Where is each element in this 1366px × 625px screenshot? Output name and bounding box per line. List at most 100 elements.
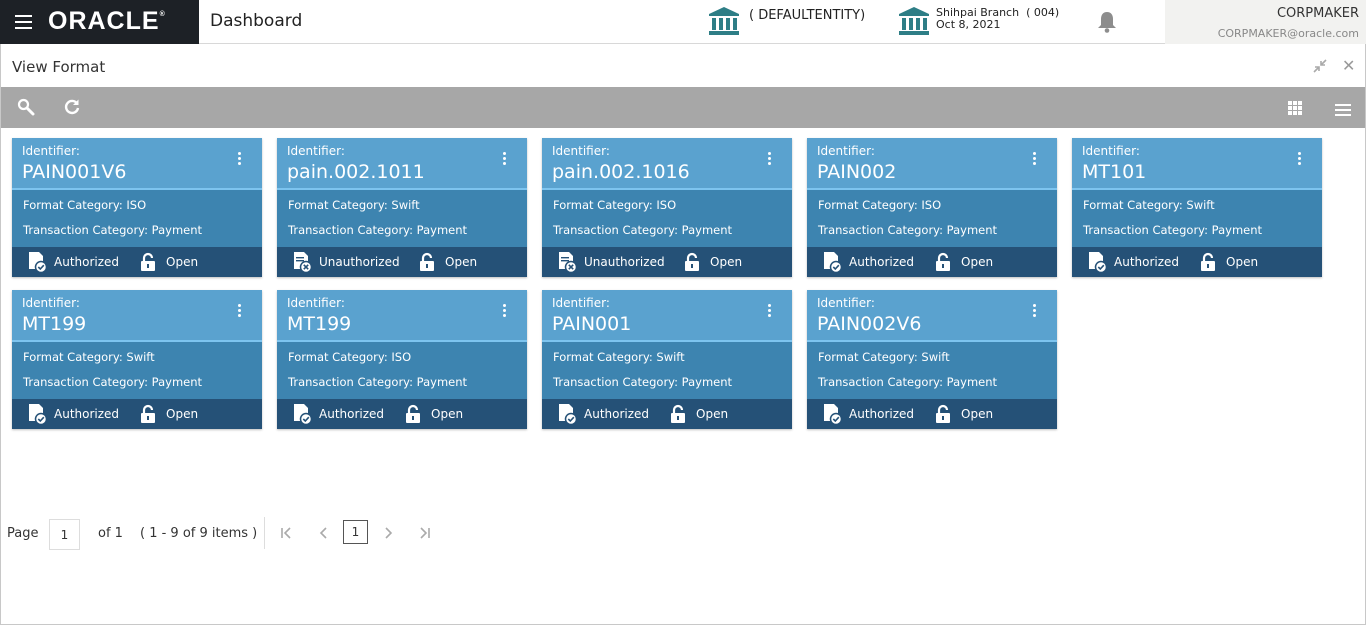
format-card[interactable]: Identifier: PAIN001 Format Category: Swift… xyxy=(542,290,792,429)
card-footer: Authorized Open xyxy=(542,399,792,429)
more-options-icon[interactable] xyxy=(497,152,511,168)
format-category-label: Format Category: xyxy=(818,350,918,364)
grid-view-icon[interactable] xyxy=(1288,100,1302,115)
format-category-row: Format Category: ISO xyxy=(23,198,146,212)
more-options-icon[interactable] xyxy=(232,304,246,320)
format-card[interactable]: Identifier: pain.002.1016 Format Category:… xyxy=(542,138,792,277)
authorization-status: Authorized xyxy=(849,407,915,421)
format-category-value: ISO xyxy=(126,198,147,212)
oracle-logo[interactable]: ORACLE® xyxy=(48,7,166,36)
format-card[interactable]: Identifier: MT101 Format Category: Swift Tr… xyxy=(1072,138,1322,277)
transaction-category-value: Payment xyxy=(681,223,733,237)
authorization-status: Authorized xyxy=(584,407,650,421)
authorization-status: Authorized xyxy=(1114,255,1180,269)
close-icon[interactable]: ✕ xyxy=(1342,57,1355,75)
user-profile[interactable]: CORPMAKER CORPMAKER@oracle.com xyxy=(1165,0,1366,44)
more-options-icon[interactable] xyxy=(497,304,511,320)
format-category-label: Format Category: xyxy=(288,198,388,212)
format-card[interactable]: Identifier: pain.002.1011 Format Category:… xyxy=(277,138,527,277)
format-card[interactable]: Identifier: PAIN001V6 Format Category: ISO… xyxy=(12,138,262,277)
authorized-icon xyxy=(26,403,48,426)
unauthorized-icon xyxy=(291,251,313,274)
identifier-value: PAIN002 xyxy=(817,161,897,183)
identifier-label: Identifier: xyxy=(817,144,875,158)
page-label: Page xyxy=(7,526,39,541)
page-number-input[interactable]: 1 xyxy=(49,519,80,550)
transaction-category-row: Transaction Category: Payment xyxy=(553,375,732,389)
transaction-category-value: Payment xyxy=(416,223,468,237)
format-category-value: ISO xyxy=(921,198,942,212)
first-page-icon[interactable] xyxy=(278,524,294,542)
branch-code: ( 004) xyxy=(1026,6,1060,19)
format-card[interactable]: Identifier: PAIN002 Format Category: ISO Tr… xyxy=(807,138,1057,277)
unlock-icon xyxy=(138,404,158,424)
last-page-icon[interactable] xyxy=(417,524,433,542)
unlock-icon xyxy=(403,404,423,424)
notification-bell-icon[interactable] xyxy=(1097,11,1117,33)
card-header: Identifier: PAIN001V6 xyxy=(12,138,262,190)
brand-area: ORACLE® xyxy=(0,0,199,44)
transaction-category-label: Transaction Category: xyxy=(818,375,944,389)
format-card[interactable]: Identifier: PAIN002V6 Format Category: Swi… xyxy=(807,290,1057,429)
search-icon[interactable] xyxy=(17,98,35,116)
next-page-icon[interactable] xyxy=(380,524,396,542)
card-header: Identifier: PAIN002 xyxy=(807,138,1057,190)
format-card[interactable]: Identifier: MT199 Format Category: Swift Tr… xyxy=(12,290,262,429)
more-options-icon[interactable] xyxy=(762,152,776,168)
refresh-icon[interactable] xyxy=(63,98,81,116)
lock-status: Open xyxy=(166,255,199,269)
card-header: Identifier: MT101 xyxy=(1072,138,1322,190)
hamburger-menu-icon[interactable] xyxy=(15,15,32,29)
card-footer: Authorized Open xyxy=(12,247,262,277)
card-footer: Authorized Open xyxy=(807,247,1057,277)
identifier-value: pain.002.1011 xyxy=(287,161,425,183)
authorization-status: Authorized xyxy=(849,255,915,269)
more-options-icon[interactable] xyxy=(1027,152,1041,168)
unauthorized-icon xyxy=(556,251,578,274)
format-category-label: Format Category: xyxy=(1083,198,1183,212)
authorized-icon xyxy=(821,251,843,274)
more-options-icon[interactable] xyxy=(1292,152,1306,168)
page-title[interactable]: Dashboard xyxy=(210,11,302,31)
format-category-value: Swift xyxy=(921,350,950,364)
list-view-icon[interactable] xyxy=(1335,101,1351,116)
transaction-category-label: Transaction Category: xyxy=(288,375,414,389)
user-name: CORPMAKER xyxy=(1276,6,1359,21)
format-category-value: Swift xyxy=(656,350,685,364)
format-card[interactable]: Identifier: MT199 Format Category: ISO Tran… xyxy=(277,290,527,429)
more-options-icon[interactable] xyxy=(1027,304,1041,320)
identifier-value: PAIN001 xyxy=(552,313,632,335)
identifier-value: PAIN002V6 xyxy=(817,313,922,335)
lock-status: Open xyxy=(445,255,478,269)
format-category-label: Format Category: xyxy=(818,198,918,212)
transaction-category-row: Transaction Category: Payment xyxy=(818,223,997,237)
identifier-label: Identifier: xyxy=(817,296,875,310)
transaction-category-value: Payment xyxy=(681,375,733,389)
transaction-category-row: Transaction Category: Payment xyxy=(23,375,202,389)
previous-page-icon[interactable] xyxy=(315,524,331,542)
pagination-divider xyxy=(264,517,265,549)
transaction-category-value: Payment xyxy=(416,375,468,389)
minimize-icon[interactable] xyxy=(1312,58,1328,74)
more-options-icon[interactable] xyxy=(762,304,776,320)
authorization-status: Unauthorized xyxy=(584,255,665,269)
lock-status: Open xyxy=(961,255,994,269)
lock-status: Open xyxy=(431,407,464,421)
window-title: View Format xyxy=(12,58,106,76)
transaction-category-row: Transaction Category: Payment xyxy=(288,223,467,237)
current-page-button[interactable]: 1 xyxy=(343,520,368,544)
format-category-value: ISO xyxy=(656,198,677,212)
unlock-icon xyxy=(933,252,953,272)
format-category-value: ISO xyxy=(391,350,412,364)
authorization-status: Authorized xyxy=(54,407,120,421)
format-category-value: Swift xyxy=(391,198,420,212)
format-category-label: Format Category: xyxy=(553,198,653,212)
more-options-icon[interactable] xyxy=(232,152,246,168)
items-count-label: ( 1 - 9 of 9 items ) xyxy=(140,526,258,541)
authorized-icon xyxy=(26,251,48,274)
transaction-category-row: Transaction Category: Payment xyxy=(818,375,997,389)
bank-icon xyxy=(708,6,740,36)
card-footer: Authorized Open xyxy=(12,399,262,429)
identifier-label: Identifier: xyxy=(287,296,345,310)
identifier-label: Identifier: xyxy=(552,296,610,310)
